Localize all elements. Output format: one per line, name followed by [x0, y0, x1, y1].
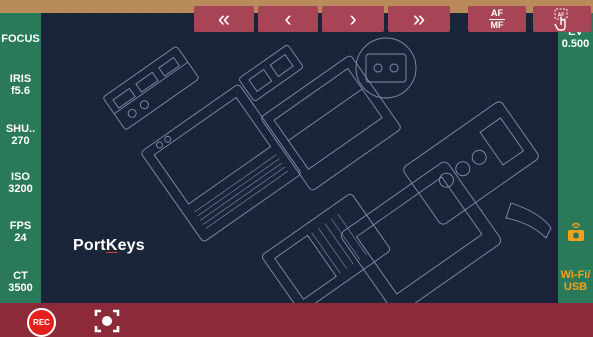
left-settings-panel: FOCUS IRIS f5.6 SHU.. 270 ISO 3200 FPS 2…: [0, 13, 41, 303]
blueprint-illustration: [41, 13, 558, 303]
bottom-toolbar: [0, 303, 593, 337]
connection-line2: USB: [563, 281, 588, 293]
iso-label: ISO: [11, 171, 30, 183]
forward-button[interactable]: ›: [322, 6, 384, 32]
focus-button[interactable]: FOCUS: [0, 33, 41, 45]
portkeys-logo: PortKeys: [73, 237, 145, 254]
shutter-button[interactable]: SHU.. 270: [0, 123, 41, 147]
af-mf-toggle[interactable]: AF MF: [468, 6, 526, 32]
camera-preview[interactable]: PortKeys: [41, 13, 558, 303]
rewind-fast-button[interactable]: «: [194, 6, 254, 32]
rewind-button[interactable]: ‹: [258, 6, 318, 32]
iso-value: 3200: [8, 183, 33, 195]
camera-connection-icon[interactable]: [558, 220, 593, 242]
connection-mode-button[interactable]: Wi-Fi/ USB: [558, 269, 593, 293]
fps-label: FPS: [9, 220, 32, 232]
shutter-label: SHU..: [5, 123, 36, 135]
iris-button[interactable]: IRIS f5.6: [0, 73, 41, 97]
shutter-value: 270: [11, 135, 30, 147]
ct-label: CT: [13, 270, 28, 282]
right-settings-panel: EV 0.500 Wi-Fi/ USB: [558, 13, 593, 303]
connection-line1: Wi-Fi/: [560, 269, 591, 281]
forward-fast-button[interactable]: »: [388, 6, 450, 32]
focus-frame-icon[interactable]: [93, 307, 121, 335]
touch-af-icon[interactable]: AF: [533, 6, 591, 32]
record-button[interactable]: REC: [27, 308, 56, 337]
iso-button[interactable]: ISO 3200: [0, 171, 41, 195]
fps-value: 24: [14, 232, 27, 244]
ct-value: 3500: [8, 282, 33, 294]
iris-label: IRIS: [9, 73, 32, 85]
fps-button[interactable]: FPS 24: [0, 220, 41, 244]
iris-value: f5.6: [11, 85, 30, 97]
ct-button[interactable]: CT 3500: [0, 270, 41, 294]
ev-value: 0.500: [561, 38, 590, 50]
